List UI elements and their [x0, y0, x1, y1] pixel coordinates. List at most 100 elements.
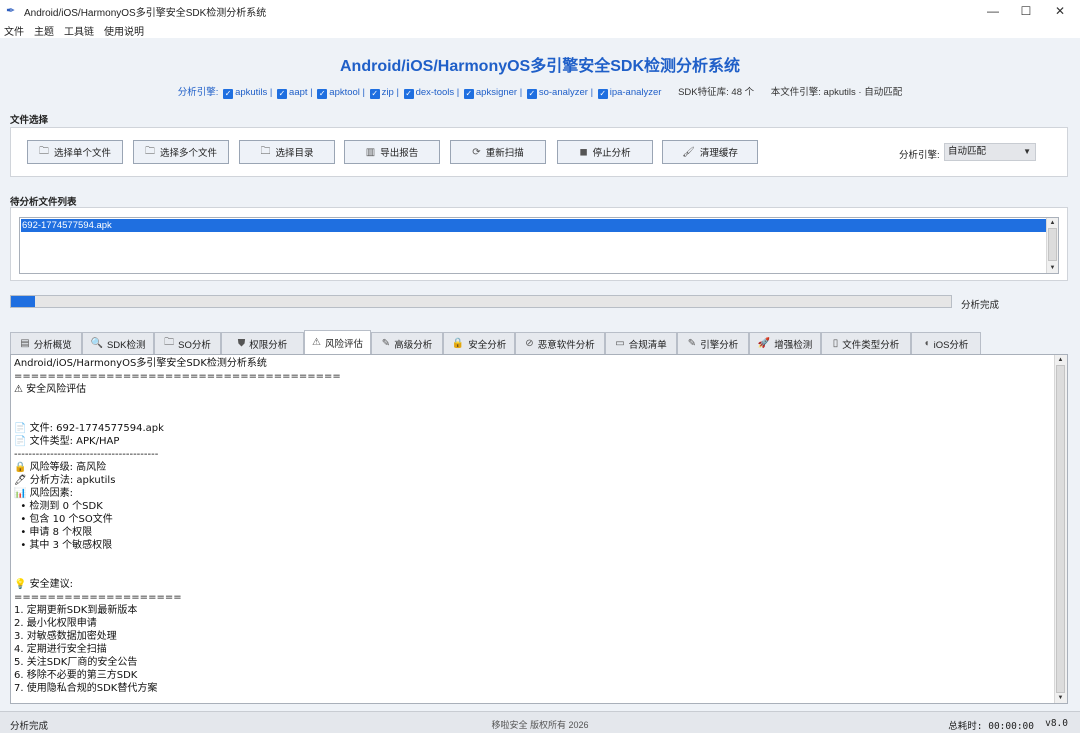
- engine-label: apktool: [329, 87, 360, 98]
- button-label: 选择目录: [275, 148, 314, 159]
- checkbox-apkutils[interactable]: ✓: [223, 89, 234, 99]
- report-line: 🖊 分析方法: apkutils: [14, 475, 116, 486]
- listbox-scrollbar[interactable]: ▲ ▼: [1046, 218, 1058, 273]
- status-bar: 分析完成 移啦安全 版权所有 2026 总耗时: 00:00:00 v8.0: [0, 711, 1080, 733]
- tab-4[interactable]: ⛊ 权限分析: [221, 332, 304, 354]
- report-line: ⚠ 安全风险评估: [14, 384, 87, 395]
- prohibit-icon: ⊘: [525, 338, 534, 349]
- tab-label: SDK检测: [106, 339, 146, 351]
- tab-5[interactable]: ⚠ 风险评估: [304, 330, 371, 354]
- select-multiple-files-button[interactable]: 🗀 选择多个文件: [133, 140, 229, 164]
- tab-label: 文件类型分析: [842, 339, 900, 351]
- maximize-button[interactable]: ☐: [1009, 0, 1043, 22]
- tab-label: 安全分析: [468, 339, 507, 351]
- engine-label: aapt: [289, 87, 308, 98]
- tab-label: 合规清单: [628, 339, 667, 351]
- checkbox-aapt[interactable]: ✓: [277, 89, 288, 99]
- engine-label: so-analyzer: [538, 87, 588, 98]
- report-line: =======================================: [14, 371, 341, 382]
- checkbox-zip[interactable]: ✓: [369, 89, 380, 99]
- scroll-up-icon[interactable]: ▲: [1055, 355, 1066, 365]
- scroll-down-icon[interactable]: ▼: [1047, 263, 1058, 273]
- scrollbar-thumb[interactable]: [1048, 228, 1057, 261]
- button-label: 清理缓存: [699, 148, 738, 159]
- report-line: 📄 文件: 692-1774577594.apk: [14, 423, 164, 434]
- checkbox-so-analyzer[interactable]: ✓: [526, 89, 537, 99]
- progress-fill: [11, 296, 35, 307]
- tab-2[interactable]: 🔍 SDK检测: [82, 332, 154, 354]
- tab-10[interactable]: ✎ 引擎分析: [677, 332, 749, 354]
- engine-label: apkutils: [235, 87, 268, 98]
- clear-cache-button[interactable]: 🖌 清理缓存: [662, 140, 758, 164]
- progress-label: 分析完成: [961, 300, 1000, 311]
- scrollbar-thumb[interactable]: [1056, 365, 1065, 693]
- page-title: Android/iOS/HarmonyOS多引擎安全SDK检测分析系统: [339, 58, 741, 75]
- file-list-title: 待分析文件列表: [10, 197, 77, 208]
- overview-icon: ▤: [20, 338, 30, 349]
- report-line: ====================: [14, 592, 182, 603]
- engine-select[interactable]: 自动匹配 ▼: [944, 143, 1036, 161]
- tab-3[interactable]: 🗀 SO分析: [154, 332, 221, 354]
- report-line: [14, 552, 1049, 565]
- version-label: v8.0: [1045, 718, 1068, 729]
- list-item[interactable]: 692-1774577594.apk: [21, 219, 1046, 232]
- button-label: 选择多个文件: [159, 148, 217, 159]
- checkbox-apktool[interactable]: ✓: [317, 89, 328, 99]
- tab-bar: ▤ 分析概览 🔍 SDK检测 🗀 SO分析 ⛊ 权限分析 ⚠ 风险评估 ✎ 高级分析 🔒 安全分析 ⊘ 恶意软…: [10, 330, 981, 354]
- tab-label: 恶意软件分析: [537, 339, 595, 351]
- report-line: [14, 409, 1049, 422]
- menu-theme[interactable]: 主题: [34, 23, 54, 38]
- engine-label: dex-tools: [415, 87, 455, 98]
- tab-12[interactable]: ▯ 文件类型分析: [821, 332, 911, 354]
- menu-file[interactable]: 文件: [4, 23, 24, 38]
- checkbox-ipa-analyzer[interactable]: ✓: [597, 89, 608, 99]
- stop-icon: ◼: [579, 146, 588, 158]
- checkbox-dex-tools[interactable]: ✓: [403, 89, 414, 99]
- close-button[interactable]: ✕: [1043, 0, 1077, 22]
- select-directory-button[interactable]: 🗀 选择目录: [239, 140, 335, 164]
- tab-1[interactable]: ▤ 分析概览: [10, 332, 82, 354]
- title-bar: ✒ Android/iOS/HarmonyOS多引擎安全SDK检测分析系统 — …: [0, 0, 1080, 22]
- report-scrollbar[interactable]: ▲ ▼: [1054, 355, 1067, 703]
- clipboard-icon: ▭: [615, 338, 625, 349]
- scroll-up-icon[interactable]: ▲: [1047, 218, 1058, 228]
- report-line: • 申请 8 个权限: [14, 527, 93, 538]
- tab-8[interactable]: ⊘ 恶意软件分析: [515, 332, 605, 354]
- menu-toolchain[interactable]: 工具链: [64, 23, 94, 38]
- report-line: • 包含 10 个SO文件: [14, 514, 113, 525]
- checkbox-apksigner[interactable]: ✓: [463, 89, 474, 99]
- report-line: • 检测到 0 个SDK: [14, 501, 103, 512]
- export-report-button[interactable]: ▥ 导出报告: [344, 140, 440, 164]
- file-listbox[interactable]: 692-1774577594.apk ▲ ▼: [19, 217, 1059, 274]
- chart-icon: ▥: [365, 146, 376, 158]
- tab-13[interactable]: ◖ iOS分析: [911, 332, 981, 354]
- tab-7[interactable]: 🔒 安全分析: [443, 332, 515, 354]
- minimize-button[interactable]: —: [976, 0, 1010, 22]
- tab-11[interactable]: 🚀 增强检测: [749, 332, 821, 354]
- report-line: 3. 对敏感数据加密处理: [14, 631, 117, 642]
- select-single-file-button[interactable]: 🗀 选择单个文件: [27, 140, 123, 164]
- report-line: 2. 最小化权限申请: [14, 618, 97, 629]
- feather-icon: ✒: [6, 5, 16, 17]
- stop-analysis-button[interactable]: ◼ 停止分析: [557, 140, 653, 164]
- folder-icon: 🗀: [164, 337, 175, 348]
- report-line: 6. 移除不必要的第三方SDK: [14, 670, 138, 681]
- folder-icon: 🗀: [38, 145, 49, 157]
- tab-label: SO分析: [178, 339, 211, 351]
- menu-bar: 文件 主题 工具链 使用说明: [0, 22, 1080, 38]
- button-label: 选择单个文件: [53, 148, 111, 159]
- report-line: 1. 定期更新SDK到最新版本: [14, 605, 138, 616]
- tab-label: 分析概览: [33, 339, 72, 351]
- tab-9[interactable]: ▭ 合规清单: [605, 332, 677, 354]
- rescan-button[interactable]: ⟳ 重新扫描: [450, 140, 546, 164]
- tab-6[interactable]: ✎ 高级分析: [371, 332, 443, 354]
- engine-checkboxes: 分析引擎: ✓ apkutils | ✓ aapt | ✓ apktool | ✓ zi…: [177, 87, 903, 99]
- report-textarea[interactable]: Android/iOS/HarmonyOS多引擎安全SDK检测分析系统 =====…: [10, 354, 1068, 704]
- engine-select-label: 分析引擎:: [899, 150, 940, 161]
- menu-help[interactable]: 使用说明: [104, 23, 144, 38]
- button-label: 导出报告: [380, 148, 419, 159]
- tab-label: 增强检测: [774, 339, 813, 351]
- scroll-down-icon[interactable]: ▼: [1055, 693, 1066, 703]
- report-text: Android/iOS/HarmonyOS多引擎安全SDK检测分析系统 =====…: [14, 357, 1049, 695]
- button-label: 停止分析: [592, 148, 631, 159]
